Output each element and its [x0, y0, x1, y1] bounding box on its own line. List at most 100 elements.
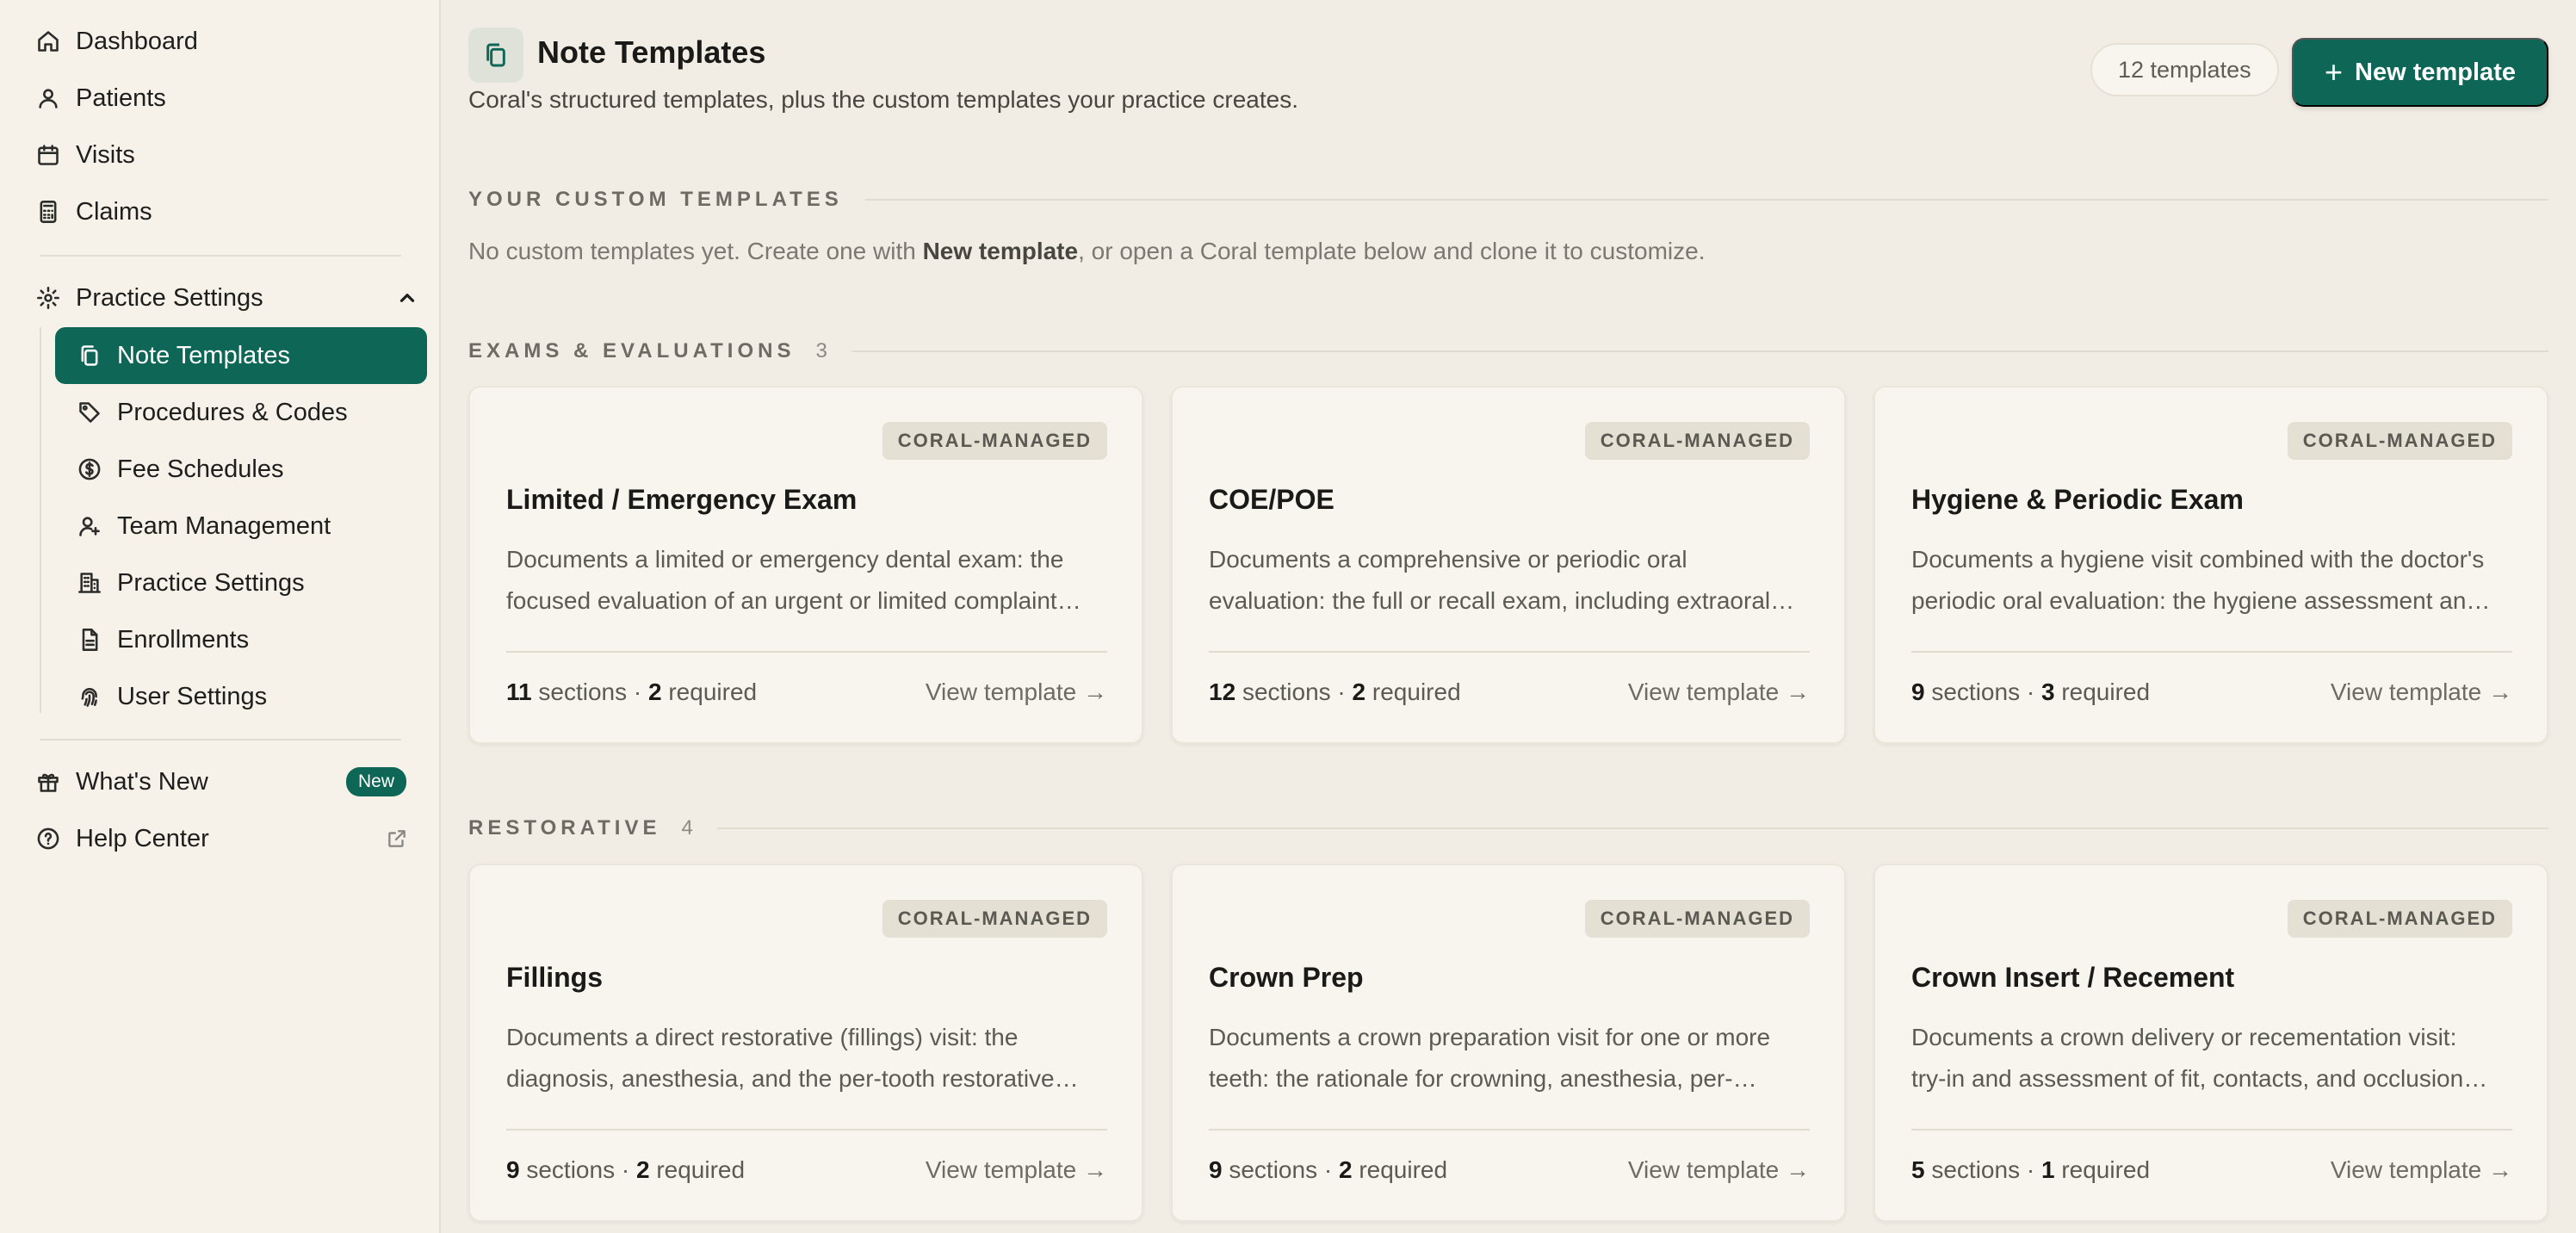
sidebar-item-label: Note Templates [117, 341, 290, 369]
card-title: Fillings [506, 962, 603, 993]
exams-section-header: EXAMS & EVALUATIONS 3 [468, 339, 2548, 363]
card-description-line: periodic oral evaluation: the hygiene as… [1911, 587, 2491, 614]
card-description: Documents a limited or emergency dental … [506, 539, 1109, 622]
section-count-value: 9 [506, 1156, 520, 1183]
stat-label: required [668, 678, 758, 705]
required-count-value: 2 [1338, 1156, 1353, 1183]
template-card[interactable]: CORAL-MANAGED COE/POE Documents a compre… [1171, 386, 1846, 744]
card-stats: 9 sections · 3 required [1911, 678, 2151, 705]
view-template-link[interactable]: View template → [1628, 1156, 1810, 1184]
submenu-rail [40, 327, 41, 713]
nav-practice-settings-group[interactable]: Practice Settings [34, 272, 415, 324]
card-description: Documents a crown delivery or recementat… [1911, 1017, 2514, 1100]
section-count-value: 5 [1911, 1156, 1925, 1183]
card-description-line: focused evaluation of an urgent or limit… [506, 587, 1081, 614]
sidebar-item-label: Procedures & Codes [117, 398, 348, 426]
page-title: Note Templates [537, 34, 766, 70]
card-divider [1209, 1129, 1810, 1131]
home-icon [34, 28, 62, 55]
section-count-value: 12 [1209, 678, 1236, 705]
note-templates-icon [468, 28, 523, 83]
nav-whats-new[interactable]: What's New New [34, 756, 406, 808]
card-stats: 5 sections · 1 required [1911, 1156, 2151, 1183]
template-card[interactable]: CORAL-MANAGED Crown Prep Documents a cro… [1171, 864, 1846, 1222]
view-template-link[interactable]: View template → [2331, 1156, 2512, 1184]
stat-label: required [656, 1156, 746, 1183]
stat-label: sections [1931, 1156, 2021, 1183]
sidebar-item-practice-settings[interactable]: Practice Settings [55, 555, 427, 611]
nav-patients-label: Patients [76, 84, 166, 112]
card-title: COE/POE [1209, 484, 1334, 515]
view-template-link[interactable]: View template → [2331, 678, 2512, 706]
sidebar-divider [40, 739, 401, 740]
card-stats: 9 sections · 2 required [506, 1156, 746, 1183]
view-template-link[interactable]: View template → [1628, 678, 1810, 706]
stat-label: required [2061, 678, 2151, 705]
sidebar-item-procedures[interactable]: Procedures & Codes [55, 384, 427, 441]
view-template-link[interactable]: View template → [926, 1156, 1107, 1184]
user-icon [34, 84, 62, 112]
section-count-value: 9 [1911, 678, 1925, 705]
sidebar-item-team-management[interactable]: Team Management [55, 498, 427, 555]
sidebar-item-fee-schedules[interactable]: Fee Schedules [55, 441, 427, 498]
nav-dashboard[interactable]: Dashboard [34, 15, 198, 67]
sidebar-item-label: User Settings [117, 682, 268, 710]
nav-help-center-label: Help Center [76, 824, 209, 852]
empty-text: , or open a Coral template below and clo… [1078, 238, 1706, 264]
card-description-line: Documents a crown preparation visit for … [1209, 1024, 1771, 1050]
card-stats: 11 sections · 2 required [506, 678, 758, 705]
card-description-line: Documents a limited or emergency dental … [506, 546, 1064, 573]
page-subtitle: Coral's structured templates, plus the c… [468, 86, 1298, 113]
custom-templates-empty-message: No custom templates yet. Create one with… [468, 238, 1705, 265]
sidebar-item-label: Practice Settings [117, 568, 305, 597]
coral-managed-badge: CORAL-MANAGED [882, 900, 1107, 938]
stat-label: required [1372, 678, 1461, 705]
view-template-link[interactable]: View template → [926, 678, 1107, 706]
nav-practice-settings-label: Practice Settings [76, 283, 263, 312]
card-stats: 9 sections · 2 required [1209, 1156, 1448, 1183]
sidebar-item-label: Enrollments [117, 625, 250, 654]
required-count-value: 1 [2040, 1156, 2055, 1183]
sidebar-item-user-settings[interactable]: User Settings [55, 668, 427, 725]
template-card[interactable]: CORAL-MANAGED Limited / Emergency Exam D… [468, 386, 1143, 744]
section-count-value: 11 [506, 678, 532, 705]
nav-visits-label: Visits [76, 140, 135, 169]
card-title: Crown Insert / Recement [1911, 962, 2235, 993]
section-count-value: 9 [1209, 1156, 1223, 1183]
sidebar-divider [40, 255, 401, 257]
section-label: RESTORATIVE [468, 816, 661, 840]
sidebar: Dashboard Patients Visits Claims Practic… [0, 0, 441, 1233]
empty-text: No custom templates yet. Create one with [468, 238, 923, 264]
nav-visits[interactable]: Visits [34, 129, 135, 181]
card-description-line: Documents a crown delivery or recementat… [1911, 1024, 2457, 1050]
sidebar-item-enrollments[interactable]: Enrollments [55, 611, 427, 668]
card-divider [1911, 1129, 2512, 1131]
card-description-line: evaluation: the full or recall exam, inc… [1209, 587, 1795, 614]
card-stats: 12 sections · 2 required [1209, 678, 1461, 705]
section-divider [716, 827, 2548, 829]
template-card[interactable]: CORAL-MANAGED Crown Insert / Recement Do… [1873, 864, 2548, 1222]
template-count-badge: 12 templates [2090, 43, 2279, 96]
card-title: Crown Prep [1209, 962, 1364, 993]
card-divider [506, 1129, 1107, 1131]
sidebar-item-note-templates[interactable]: Note Templates [55, 327, 427, 384]
card-divider [1209, 651, 1810, 653]
template-card[interactable]: CORAL-MANAGED Hygiene & Periodic Exam Do… [1873, 386, 2548, 744]
new-template-button[interactable]: + New template [2292, 38, 2548, 107]
nav-claims[interactable]: Claims [34, 186, 152, 238]
document-icon [76, 626, 103, 654]
nav-dashboard-label: Dashboard [76, 27, 198, 55]
stat-label: required [2061, 1156, 2151, 1183]
nav-help-center[interactable]: Help Center [34, 813, 406, 864]
tag-icon [76, 399, 103, 426]
card-description: Documents a comprehensive or periodic or… [1209, 539, 1811, 622]
stat-label: required [1359, 1156, 1448, 1183]
card-divider [1911, 651, 2512, 653]
section-label: YOUR CUSTOM TEMPLATES [468, 188, 843, 211]
card-description-line: Documents a direct restorative (fillings… [506, 1024, 1019, 1050]
chevron-up-icon[interactable] [396, 287, 418, 309]
nav-patients[interactable]: Patients [34, 72, 166, 124]
calculator-icon [34, 198, 62, 226]
custom-templates-header: YOUR CUSTOM TEMPLATES [468, 188, 2548, 212]
template-card[interactable]: CORAL-MANAGED Fillings Documents a direc… [468, 864, 1143, 1222]
